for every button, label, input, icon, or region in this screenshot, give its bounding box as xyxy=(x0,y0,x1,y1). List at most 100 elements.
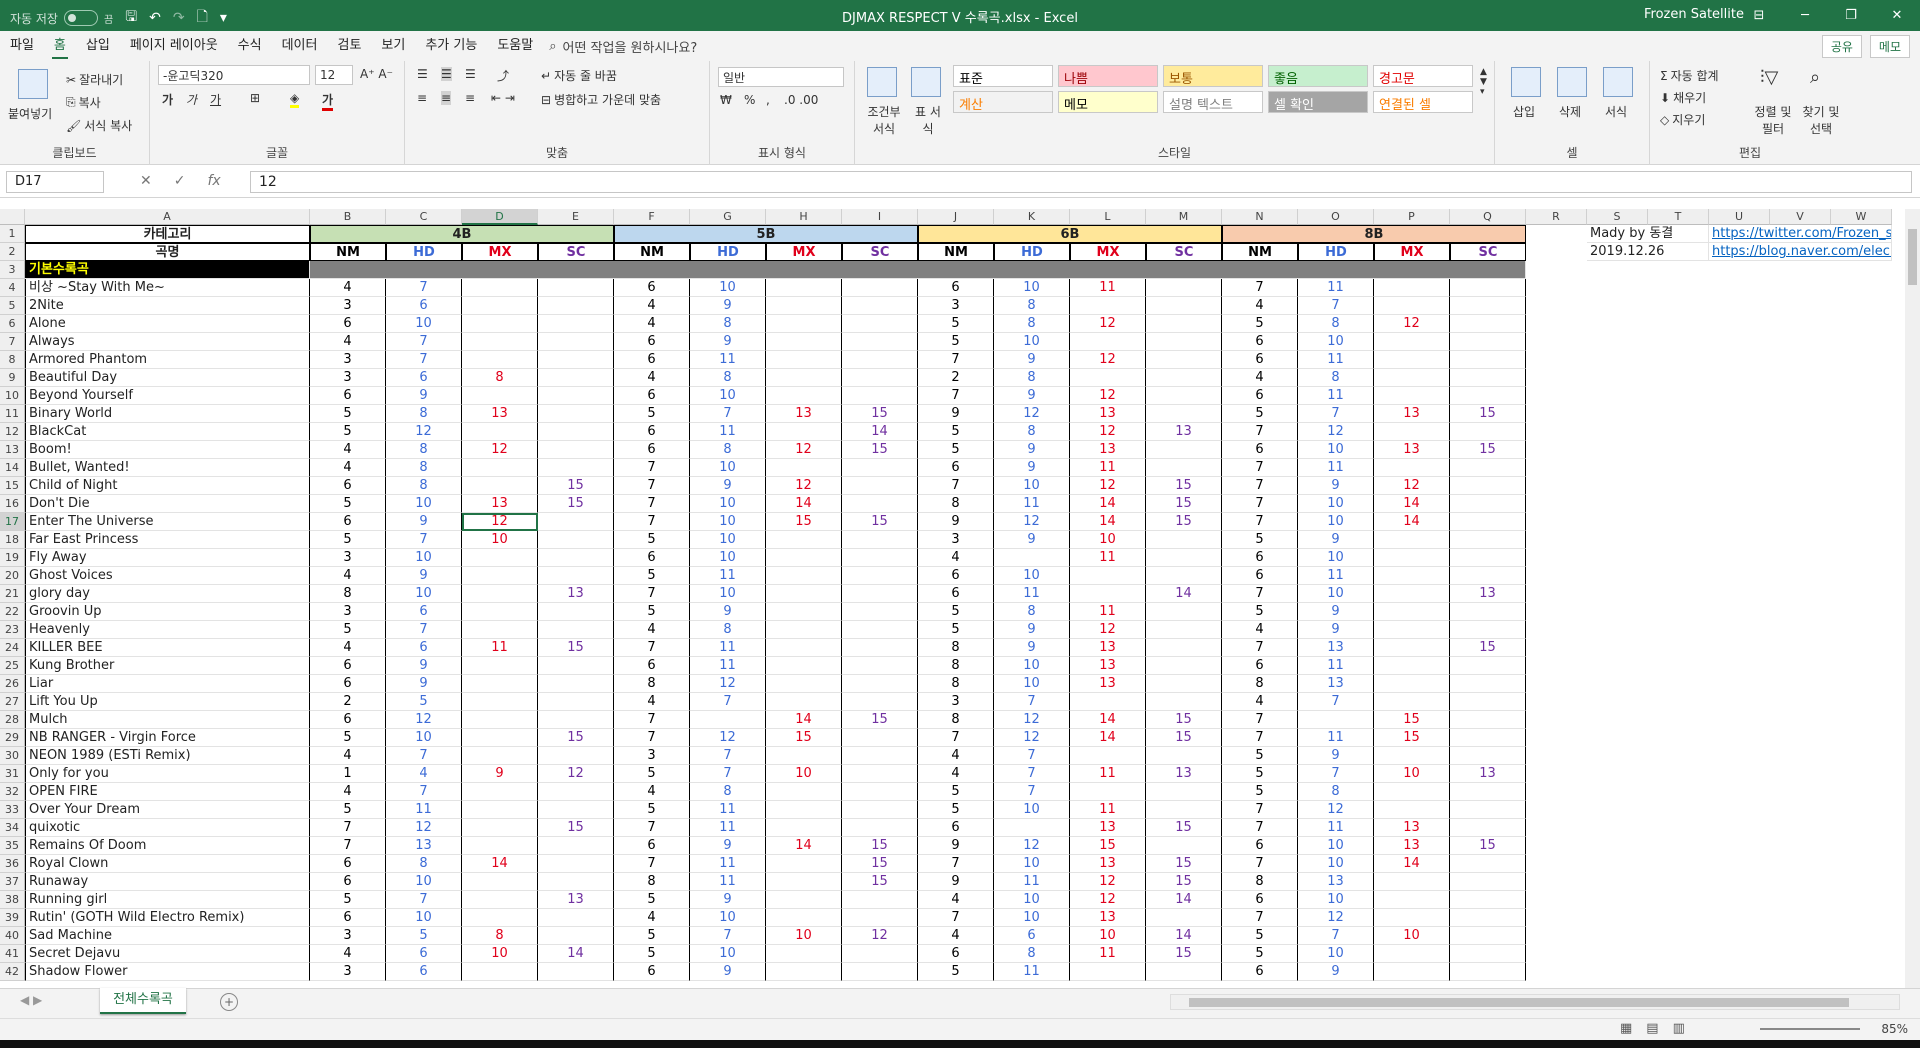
column-header-J[interactable]: J xyxy=(918,209,994,225)
row-header[interactable]: 17 xyxy=(0,513,25,531)
column-header-G[interactable]: G xyxy=(690,209,766,225)
tab-4[interactable]: 수식 xyxy=(228,31,272,61)
align-middle-icon[interactable]: ☰ xyxy=(441,67,452,81)
page-break-icon[interactable]: ▥ xyxy=(1673,1021,1685,1036)
paste-icon[interactable] xyxy=(18,69,48,99)
cut-button[interactable]: ✂ 잘라내기 xyxy=(66,71,123,88)
formula-input[interactable]: 12 xyxy=(250,171,1912,193)
column-header-F[interactable]: F xyxy=(614,209,690,225)
row-header[interactable]: 8 xyxy=(0,351,25,369)
row-header[interactable]: 2 xyxy=(0,243,25,261)
paste-button[interactable]: 붙여넣기 xyxy=(8,105,52,122)
font-color-icon[interactable]: 가 xyxy=(322,91,334,111)
row-header[interactable]: 33 xyxy=(0,801,25,819)
tab-7[interactable]: 보기 xyxy=(371,31,415,61)
tab-2[interactable]: 삽입 xyxy=(76,31,120,61)
row-header[interactable]: 39 xyxy=(0,909,25,927)
sheet-nav-icon[interactable]: ◀ ▶ xyxy=(20,993,42,1007)
row-header[interactable]: 41 xyxy=(0,945,25,963)
row-header[interactable]: 40 xyxy=(0,927,25,945)
orientation-icon[interactable]: ⤴ xyxy=(497,67,509,84)
row-header[interactable]: 1 xyxy=(0,225,25,243)
cell-style-7[interactable]: 설명 텍스트 xyxy=(1163,91,1263,113)
format-painter-button[interactable]: 🖌 서식 복사 xyxy=(66,117,132,134)
border-icon[interactable]: ⊞ xyxy=(250,91,260,105)
cancel-icon[interactable]: ✕ xyxy=(140,173,152,189)
row-header[interactable]: 23 xyxy=(0,621,25,639)
vertical-scrollbar[interactable] xyxy=(1905,209,1920,988)
row-header[interactable]: 27 xyxy=(0,693,25,711)
select-all-corner[interactable] xyxy=(0,209,25,225)
row-header[interactable]: 19 xyxy=(0,549,25,567)
column-header-K[interactable]: K xyxy=(994,209,1070,225)
column-header-S[interactable]: S xyxy=(1587,209,1648,225)
horizontal-scroll-thumb[interactable] xyxy=(1189,998,1849,1007)
italic-icon[interactable]: 가 xyxy=(186,91,197,108)
cell-style-3[interactable]: 좋음 xyxy=(1268,65,1368,87)
row-header[interactable]: 12 xyxy=(0,423,25,441)
tab-0[interactable]: 파일 xyxy=(0,31,44,61)
format-table-button[interactable]: 표 서식 xyxy=(911,103,945,137)
zoom-slider[interactable] xyxy=(1760,1028,1860,1030)
column-header-V[interactable]: V xyxy=(1770,209,1831,225)
cell-style-8[interactable]: 셀 확인 xyxy=(1268,91,1368,113)
column-header-D[interactable]: D xyxy=(462,209,538,225)
row-header[interactable]: 4 xyxy=(0,279,25,297)
tab-6[interactable]: 검토 xyxy=(327,31,371,61)
cell-style-4[interactable]: 경고문 xyxy=(1373,65,1473,87)
cell-style-5[interactable]: 계산 xyxy=(953,91,1053,113)
align-top-icon[interactable]: ☰ xyxy=(417,67,428,81)
column-header-A[interactable]: A xyxy=(25,209,310,225)
fill-button[interactable]: ⬇ 채우기 xyxy=(1660,89,1706,106)
page-layout-icon[interactable]: ▤ xyxy=(1646,1021,1658,1036)
insert-button[interactable]: 삽입 xyxy=(1513,103,1535,120)
delete-button[interactable]: 삭제 xyxy=(1559,103,1581,120)
column-header-U[interactable]: U xyxy=(1709,209,1770,225)
tell-me[interactable]: ⌕ 어떤 작업을 원하시나요? xyxy=(549,37,697,56)
tab-3[interactable]: 페이지 레이아웃 xyxy=(120,31,228,61)
tab-5[interactable]: 데이터 xyxy=(272,31,328,61)
column-header-Q[interactable]: Q xyxy=(1450,209,1526,225)
conditional-format-button[interactable]: 조건부 서식 xyxy=(861,103,907,137)
row-header[interactable]: 26 xyxy=(0,675,25,693)
row-header[interactable]: 30 xyxy=(0,747,25,765)
row-header[interactable]: 10 xyxy=(0,387,25,405)
maximize-button[interactable]: ❐ xyxy=(1828,0,1874,31)
tab-8[interactable]: 추가 기능 xyxy=(415,31,487,61)
decimal-icon[interactable]: .0 .00 xyxy=(784,93,818,107)
column-header-L[interactable]: L xyxy=(1070,209,1146,225)
align-left-icon[interactable]: ≡ xyxy=(417,91,427,105)
delete-cells-icon[interactable] xyxy=(1557,67,1587,97)
row-header[interactable]: 36 xyxy=(0,855,25,873)
sort-filter-button[interactable]: 정렬 및 필터 xyxy=(1752,103,1794,137)
link-blog[interactable]: https://blog.naver.com/elecrange xyxy=(1709,243,1892,261)
row-header[interactable]: 9 xyxy=(0,369,25,387)
row-header[interactable]: 20 xyxy=(0,567,25,585)
link-twitter[interactable]: https://twitter.com/Frozen_sat xyxy=(1709,225,1892,243)
cell-style-0[interactable]: 표준 xyxy=(953,65,1053,87)
conditional-format-icon[interactable] xyxy=(867,67,897,97)
row-header[interactable]: 37 xyxy=(0,873,25,891)
minimize-button[interactable]: ─ xyxy=(1782,0,1828,31)
column-header-H[interactable]: H xyxy=(766,209,842,225)
column-header-E[interactable]: E xyxy=(538,209,614,225)
enter-icon[interactable]: ✓ xyxy=(174,173,186,189)
gallery-scroll-icon[interactable]: ▲ ▼ ▾ xyxy=(1480,67,1487,97)
font-name-select[interactable]: -윤고딕320 xyxy=(158,65,310,85)
column-header-O[interactable]: O xyxy=(1298,209,1374,225)
format-cells-icon[interactable] xyxy=(1603,67,1633,97)
copy-button[interactable]: ⎘ 복사 xyxy=(66,94,101,111)
column-header-M[interactable]: M xyxy=(1146,209,1222,225)
clear-button[interactable]: ◇ 지우기 xyxy=(1660,111,1705,128)
zoom-level[interactable]: 85% xyxy=(1881,1022,1908,1036)
insert-function-icon[interactable]: fx xyxy=(207,173,220,189)
close-button[interactable]: ✕ xyxy=(1874,0,1920,31)
wrap-text-button[interactable]: ↵ 자동 줄 바꿈 xyxy=(541,67,617,84)
row-header[interactable]: 15 xyxy=(0,477,25,495)
row-header[interactable]: 28 xyxy=(0,711,25,729)
comments-button[interactable]: 메모 xyxy=(1869,35,1910,58)
row-header[interactable]: 35 xyxy=(0,837,25,855)
underline-icon[interactable]: 가 xyxy=(210,91,221,108)
horizontal-scrollbar[interactable] xyxy=(1170,994,1900,1010)
ribbon-display-icon[interactable]: ⊟ xyxy=(1736,0,1782,31)
